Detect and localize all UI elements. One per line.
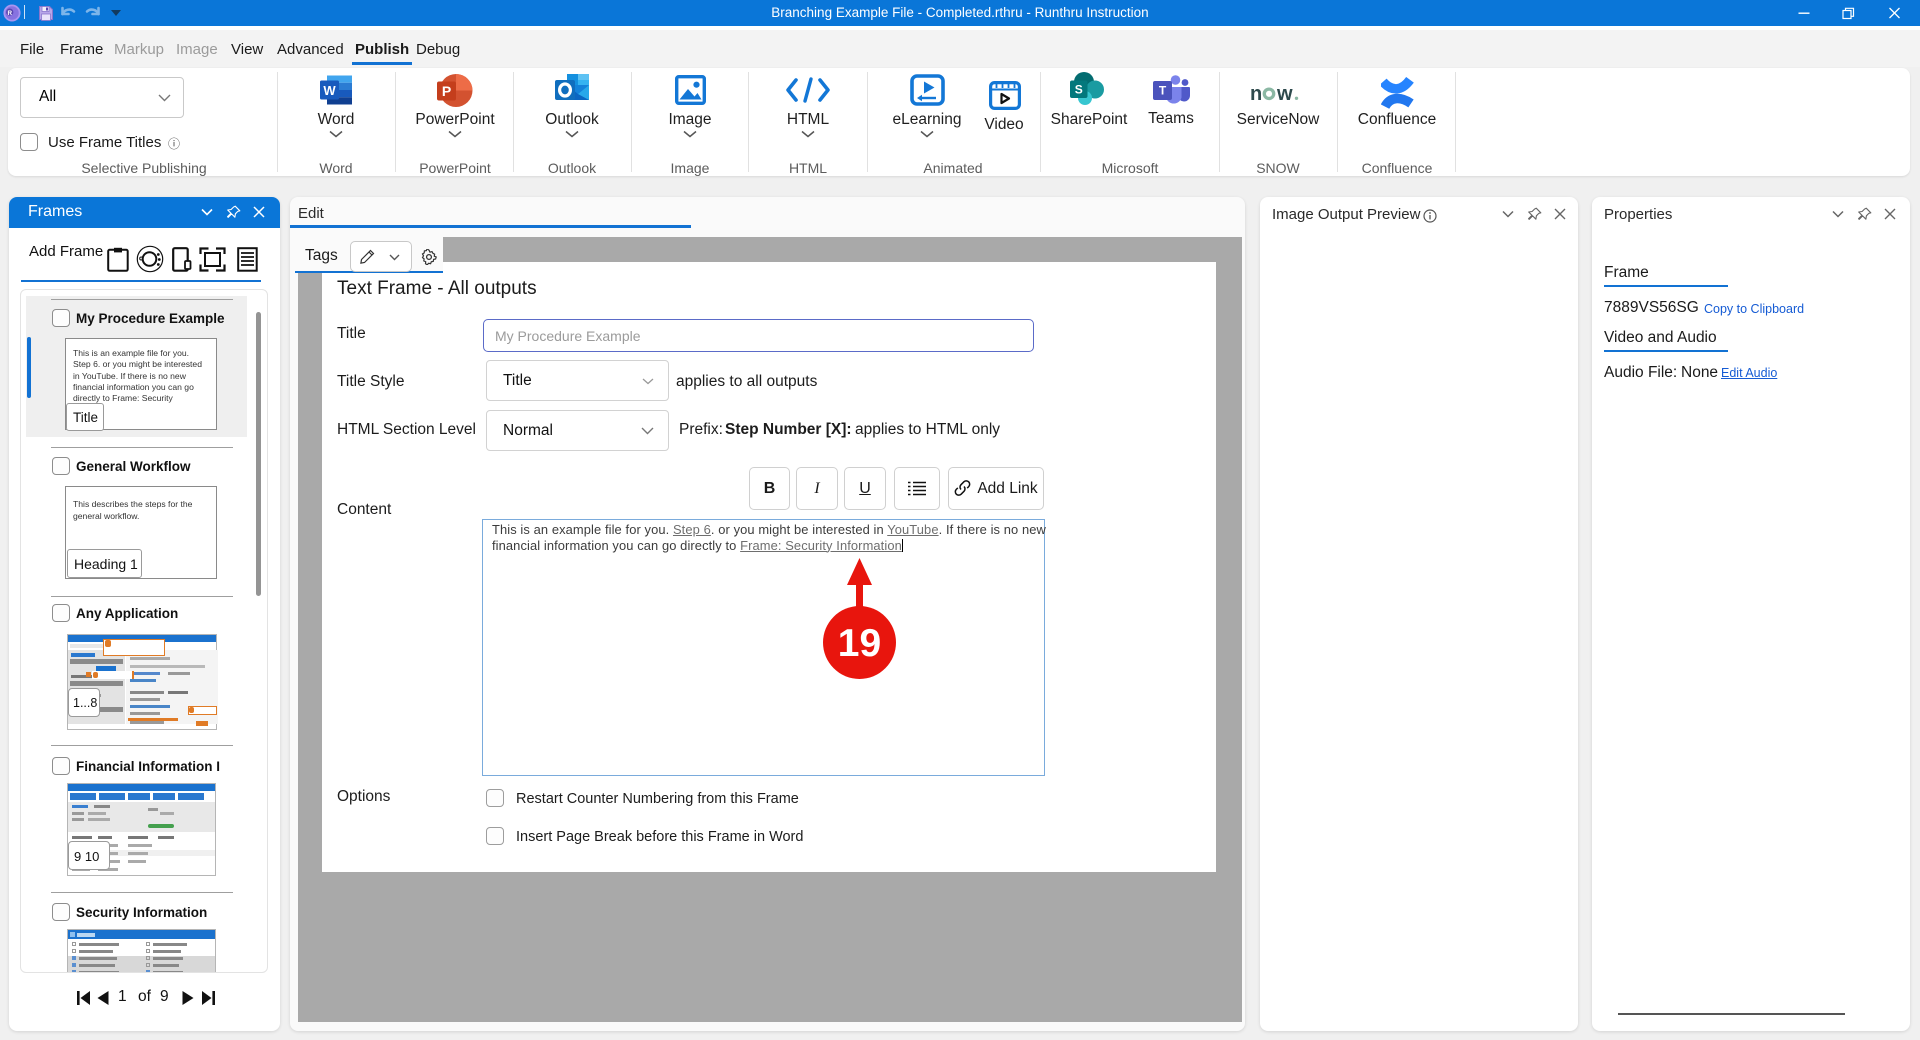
svg-text:19: 19 (838, 622, 881, 665)
svg-text:W: W (323, 83, 336, 98)
svg-text:S: S (1075, 83, 1083, 97)
svg-text:n: n (1250, 83, 1262, 105)
svg-text:P: P (442, 83, 451, 99)
svg-text:T: T (1159, 84, 1167, 98)
svg-text:w: w (1276, 83, 1293, 105)
svg-text:R: R (7, 10, 12, 17)
